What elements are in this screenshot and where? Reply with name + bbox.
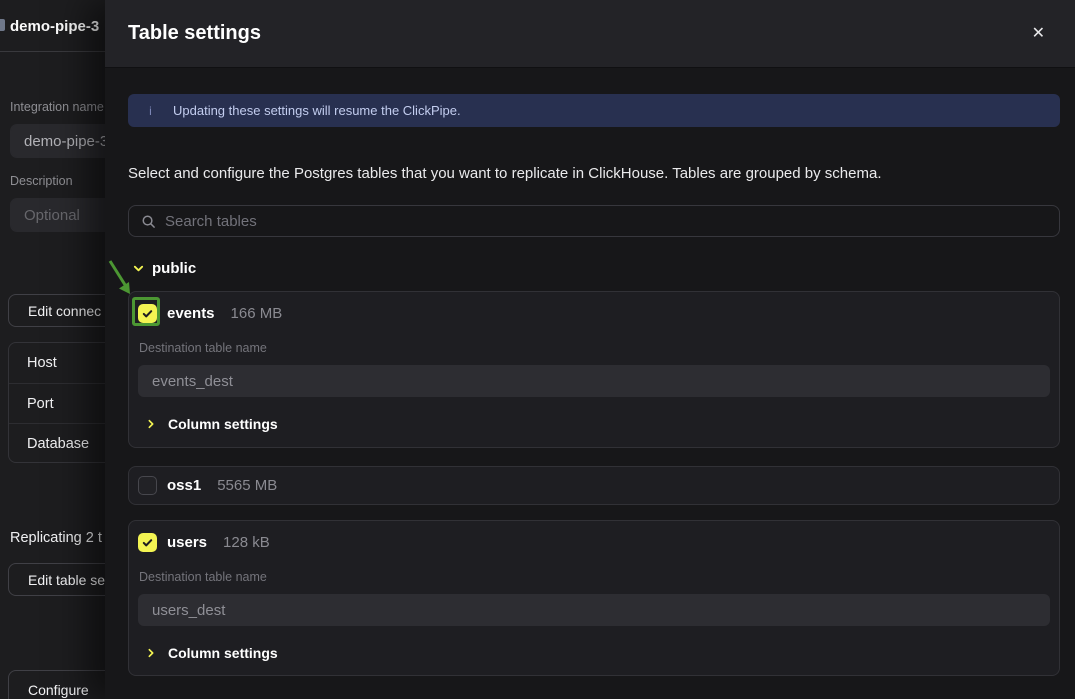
schema-group-public[interactable]: public xyxy=(128,259,1060,277)
modal-body: i Updating these settings will resume th… xyxy=(105,68,1075,699)
destination-table-label: Destination table name xyxy=(138,570,1050,584)
close-icon[interactable]: ✕ xyxy=(1032,26,1045,42)
table-card-events: events 166 MB Destination table name Col… xyxy=(128,291,1060,448)
modal-title: Table settings xyxy=(128,22,261,45)
oss1-checkbox[interactable] xyxy=(138,476,157,495)
modal-header: Table settings ✕ xyxy=(105,0,1075,68)
table-size: 166 MB xyxy=(231,305,283,322)
table-name: users xyxy=(167,534,207,551)
chevron-down-icon xyxy=(133,263,144,274)
table-name: oss1 xyxy=(167,477,201,494)
info-banner-text: Updating these settings will resume the … xyxy=(173,103,461,118)
table-size: 5565 MB xyxy=(217,477,277,494)
table-row: users 128 kB xyxy=(138,532,1050,553)
info-icon: i xyxy=(128,104,173,118)
schema-name: public xyxy=(152,260,196,277)
users-column-settings[interactable]: Column settings xyxy=(138,644,1050,662)
background-page: demo-pipe-3 Integration name Description… xyxy=(0,0,105,699)
connection-details-card: Host Port Database xyxy=(8,342,105,463)
connection-row-host: Host xyxy=(9,343,105,383)
replicating-status-text: Replicating 2 t xyxy=(10,530,102,546)
table-settings-modal: Table settings ✕ i Updating these settin… xyxy=(105,0,1075,699)
description-input[interactable] xyxy=(10,198,105,232)
events-destination-input[interactable] xyxy=(138,365,1050,397)
table-card-users: users 128 kB Destination table name Colu… xyxy=(128,520,1060,676)
destination-table-label: Destination table name xyxy=(138,341,1050,355)
configure-button[interactable]: Configure xyxy=(8,670,105,699)
integration-name-label: Integration name xyxy=(10,100,104,114)
column-settings-label: Column settings xyxy=(168,416,278,432)
info-banner: i Updating these settings will resume th… xyxy=(128,94,1060,127)
events-checkbox[interactable] xyxy=(138,304,157,323)
integration-name-input[interactable] xyxy=(10,124,105,158)
column-settings-label: Column settings xyxy=(168,645,278,661)
table-card-oss1: oss1 5565 MB xyxy=(128,466,1060,505)
modal-description: Select and configure the Postgres tables… xyxy=(128,163,1060,185)
connection-row-database: Database xyxy=(9,423,105,463)
search-tables-box xyxy=(128,205,1060,237)
chevron-right-icon xyxy=(146,648,156,658)
description-label: Description xyxy=(10,174,73,188)
page-title: demo-pipe-3 xyxy=(10,0,99,52)
table-name: events xyxy=(167,305,215,322)
events-column-settings[interactable]: Column settings xyxy=(138,415,1050,433)
table-row: oss1 5565 MB xyxy=(138,475,277,496)
chevron-right-icon xyxy=(146,419,156,429)
edit-table-settings-button[interactable]: Edit table se xyxy=(8,563,105,596)
users-destination-input[interactable] xyxy=(138,594,1050,626)
search-icon xyxy=(141,214,156,229)
table-row: events 166 MB xyxy=(138,303,1050,324)
edit-connection-button[interactable]: Edit connec xyxy=(8,294,105,327)
table-size: 128 kB xyxy=(223,534,270,551)
users-checkbox[interactable] xyxy=(138,533,157,552)
search-tables-input[interactable] xyxy=(165,213,1047,230)
connection-row-port: Port xyxy=(9,383,105,423)
